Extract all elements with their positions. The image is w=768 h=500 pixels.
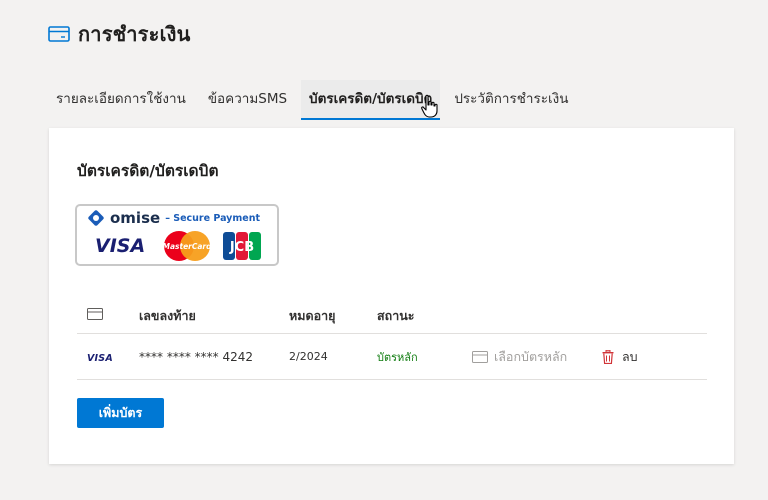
table-row: VISA **** **** **** 4242 2/2024 บัตรหลัก… [77,334,707,380]
card-panel: บัตรเครดิต/บัตรเดบิต omise – Secure Paym… [49,128,734,464]
delete-label: ลบ [622,348,638,364]
omise-secure-payment-badge: omise – Secure Payment VISA MasterCard J… [75,204,279,266]
mastercard-logo: MasterCard [163,231,213,261]
svg-text:JCB: JCB [229,240,254,255]
header-last-digits: เลขลงท้าย [139,307,196,323]
visa-logo: VISA [95,235,145,257]
page-header: การชำระเงิน [48,18,190,50]
tab-usage-details[interactable]: รายละเอียดการใช้งาน [48,80,194,118]
set-primary-label: เลือกบัตรหลัก [494,348,568,364]
card-expiry: 2/2024 [289,350,328,363]
tab-bar: รายละเอียดการใช้งาน ข้อความSMS บัตรเครดิ… [48,66,576,120]
svg-text:MasterCard: MasterCard [163,242,213,251]
delete-button[interactable]: ลบ [602,347,638,367]
header-expiry: หมดอายุ [289,307,336,323]
secure-payment-text: – Secure Payment [165,212,261,224]
trash-icon [602,349,614,364]
credit-card-icon [48,26,70,42]
cards-table: เลขลงท้าย หมดอายุ สถานะ VISA **** **** *… [77,298,707,380]
tab-sms[interactable]: ข้อความSMS [200,80,295,118]
header-status: สถานะ [377,307,415,323]
omise-logo-icon [88,210,104,226]
card-brand-logos: VISA MasterCard JCB [95,231,261,261]
status-badge: บัตรหลัก [377,350,418,364]
card-section-title: บัตรเครดิต/บัตรเดบิต [77,162,219,180]
card-number: **** **** **** 4242 [139,349,253,364]
set-primary-button[interactable]: เลือกบัตรหลัก [472,347,602,367]
page-title: การชำระเงิน [78,22,191,46]
table-header: เลขลงท้าย หมดอายุ สถานะ [77,298,707,334]
tab-payment-history[interactable]: ประวัติการชำระเงิน [446,80,576,118]
add-card-button[interactable]: เพิ่มบัตร [77,398,164,428]
jcb-logo: JCB [223,232,261,260]
hand-cursor-icon [421,94,438,118]
card-icon [87,308,103,320]
card-icon [472,350,488,363]
visa-brand-label: VISA [87,352,113,364]
omise-brand: omise [110,209,161,227]
